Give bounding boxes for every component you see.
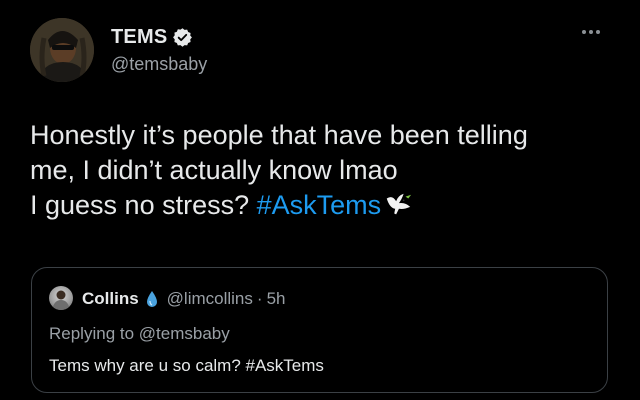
- quoted-handle[interactable]: @limcollins: [167, 289, 253, 309]
- replying-to-label: Replying to: [49, 324, 139, 343]
- tweet-text-line: Honestly it’s people that have been tell…: [30, 120, 528, 150]
- quoted-avatar-portrait-icon: [52, 290, 70, 310]
- display-name[interactable]: TEMS: [111, 26, 167, 49]
- avatar-portrait-icon: [30, 18, 94, 82]
- tweet-text-line: me, I didn’t actually know lmao: [30, 155, 398, 185]
- author-name-row: TEMS: [111, 26, 193, 49]
- quoted-avatar[interactable]: [49, 286, 73, 310]
- quoted-tweet[interactable]: Collins @limcollins · 5h Replying to @te…: [31, 267, 608, 393]
- replying-to-handle[interactable]: @temsbaby: [139, 324, 230, 343]
- verified-badge-icon: [173, 28, 193, 47]
- droplet-icon: [146, 291, 157, 307]
- quoted-author-row: Collins @limcollins · 5h: [82, 289, 285, 309]
- replying-to: Replying to @temsbaby: [49, 324, 230, 344]
- tweet-card: TEMS @temsbaby Honestly it’s people that…: [0, 0, 640, 400]
- avatar[interactable]: [30, 18, 94, 82]
- tweet-text: Honestly it’s people that have been tell…: [30, 118, 620, 223]
- quoted-separator: ·: [256, 289, 263, 308]
- more-options-icon[interactable]: [582, 30, 600, 34]
- tweet-text-line: I guess no stress? #AskTems: [30, 188, 620, 223]
- dove-icon: [386, 193, 412, 215]
- tweet-text-segment: I guess no stress?: [30, 190, 257, 220]
- author-handle[interactable]: @temsbaby: [111, 54, 207, 75]
- quoted-text: Tems why are u so calm? #AskTems: [49, 356, 324, 375]
- quoted-display-name[interactable]: Collins: [82, 289, 139, 309]
- quoted-timestamp[interactable]: 5h: [267, 289, 286, 309]
- hashtag-link[interactable]: #AskTems: [257, 190, 382, 220]
